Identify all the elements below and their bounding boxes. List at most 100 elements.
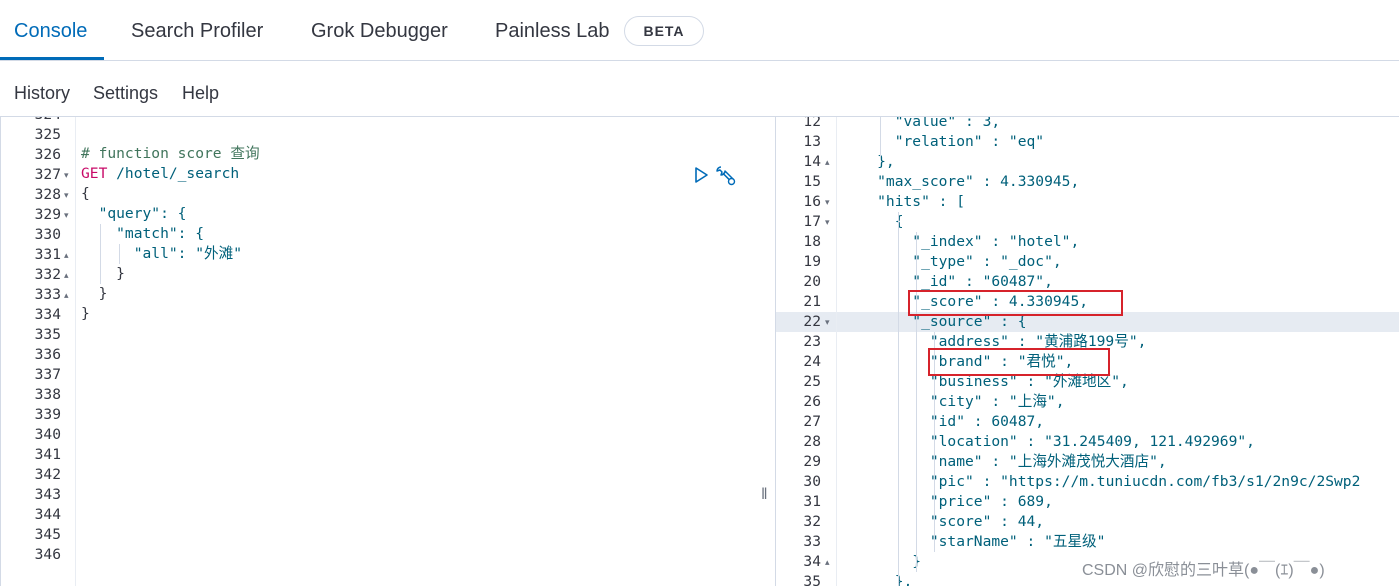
line-number: 32 [803, 513, 821, 530]
line-number: 22 [803, 313, 821, 330]
response-code-line: "_index" : "hotel", [842, 233, 1080, 250]
fold-arrow-icon[interactable]: ▴ [825, 152, 830, 172]
top-tab-bar: Console Search Profiler Grok Debugger Pa… [0, 0, 1399, 61]
line-number: 31 [803, 493, 821, 510]
line-number: 328 [34, 186, 61, 203]
menu-help[interactable]: Help [182, 83, 219, 104]
line-number: 26 [803, 393, 821, 410]
pane-resize-handle[interactable]: ‖ [761, 486, 768, 504]
indent-guide [880, 117, 881, 157]
response-code-line: "value" : 3, [842, 117, 1001, 130]
line-number: 337 [34, 366, 61, 383]
fold-arrow-icon[interactable]: ▾ [825, 192, 830, 212]
line-number: 24 [803, 353, 821, 370]
line-number: 23 [803, 333, 821, 350]
line-number: 342 [34, 466, 61, 483]
fold-arrow-icon[interactable]: ▾ [64, 185, 69, 205]
fold-arrow-icon[interactable]: ▾ [64, 165, 69, 185]
line-number: 326 [34, 146, 61, 163]
response-code-line: "price" : 689, [842, 493, 1053, 510]
code-line: } [81, 305, 90, 322]
line-number: 340 [34, 426, 61, 443]
response-code-line: "max_score" : 4.330945, [842, 173, 1080, 190]
line-number: 331 [34, 246, 61, 263]
console-menu-bar: History Settings Help [0, 61, 1399, 117]
line-number: 34 [803, 553, 821, 570]
line-number: 33 [803, 533, 821, 550]
response-code-line: "city" : "上海", [842, 393, 1065, 410]
line-number: 17 [803, 213, 821, 230]
line-number: 330 [34, 226, 61, 243]
line-number: 334 [34, 306, 61, 323]
line-number: 14 [803, 153, 821, 170]
line-number: 20 [803, 273, 821, 290]
request-comment: # function score 查询 [81, 145, 260, 162]
indent-guide [916, 232, 917, 572]
fold-arrow-icon[interactable]: ▾ [825, 312, 830, 332]
menu-settings[interactable]: Settings [93, 83, 158, 104]
line-number: 336 [34, 346, 61, 363]
line-number: 21 [803, 293, 821, 310]
line-number: 15 [803, 173, 821, 190]
active-tab-underline [0, 57, 104, 60]
line-number: 346 [34, 546, 61, 563]
wrench-icon[interactable] [714, 164, 736, 186]
line-number: 16 [803, 193, 821, 210]
line-number: 344 [34, 506, 61, 523]
response-code-line: "_type" : "_doc", [842, 253, 1062, 270]
brand-highlight-box [928, 348, 1110, 376]
line-number: 35 [803, 573, 821, 586]
play-icon[interactable] [692, 166, 710, 184]
http-method: GET [81, 165, 108, 182]
response-code-line: { [842, 213, 904, 230]
code-line: { [81, 185, 90, 202]
line-number: 19 [803, 253, 821, 270]
fold-arrow-icon[interactable]: ▴ [64, 285, 69, 305]
code-line: } [81, 265, 125, 282]
request-url: /hotel/_search [107, 165, 240, 182]
code-line: "query": { [81, 205, 187, 222]
fold-arrow-icon[interactable]: ▴ [825, 552, 830, 572]
code-line: "all": "外滩" [81, 245, 242, 262]
beta-badge: BETA [624, 16, 704, 46]
line-number: 327 [34, 166, 61, 183]
menu-history[interactable]: History [14, 83, 70, 104]
line-number: 29 [803, 453, 821, 470]
fold-arrow-icon[interactable]: ▴ [64, 245, 69, 265]
response-code-line: "starName" : "五星级" [842, 533, 1106, 550]
line-number: 329 [34, 206, 61, 223]
fold-arrow-icon[interactable]: ▴ [64, 265, 69, 285]
line-number: 338 [34, 386, 61, 403]
response-code-line: "_id" : "60487", [842, 273, 1053, 290]
line-number: 25 [803, 373, 821, 390]
watermark: CSDN @欣慰的三叶草(●￣(ｴ)￣●) [1082, 562, 1325, 579]
tab-grok-debugger[interactable]: Grok Debugger [311, 0, 448, 60]
tab-painless-lab[interactable]: Painless Lab [495, 0, 610, 60]
response-code-line: "pic" : "https://m.tuniucdn.com/fb3/s1/2… [842, 473, 1361, 490]
line-number: 12 [803, 117, 821, 130]
indent-guide [119, 244, 120, 264]
response-code-line: } [842, 553, 922, 570]
line-number: 335 [34, 326, 61, 343]
fold-arrow-icon[interactable]: ▾ [64, 205, 69, 225]
request-editor[interactable]: 324 325326327▾328▾329▾330331▴332▴333▴334… [0, 117, 761, 586]
line-number: 324 [1, 117, 61, 125]
response-code-line: "id" : 60487, [842, 413, 1045, 430]
response-code-line: }, [842, 573, 913, 586]
line-number: 341 [34, 446, 61, 463]
line-number: 28 [803, 433, 821, 450]
fold-arrow-icon[interactable]: ▾ [825, 212, 830, 232]
score-highlight-box [908, 290, 1123, 316]
line-number: 30 [803, 473, 821, 490]
indent-guide [100, 224, 101, 284]
line-number: 13 [803, 133, 821, 150]
request-line: GET /hotel/_search [81, 164, 239, 184]
response-code-line: "name" : "上海外滩茂悦大酒店", [842, 453, 1167, 470]
response-code-line: "hits" : [ [842, 193, 966, 210]
line-number: 27 [803, 413, 821, 430]
tab-console[interactable]: Console [14, 0, 87, 60]
response-code-line: "relation" : "eq" [842, 133, 1045, 150]
tab-search-profiler[interactable]: Search Profiler [131, 0, 263, 60]
line-number: 345 [34, 526, 61, 543]
response-code-line: "location" : "31.245409, 121.492969", [842, 433, 1255, 450]
